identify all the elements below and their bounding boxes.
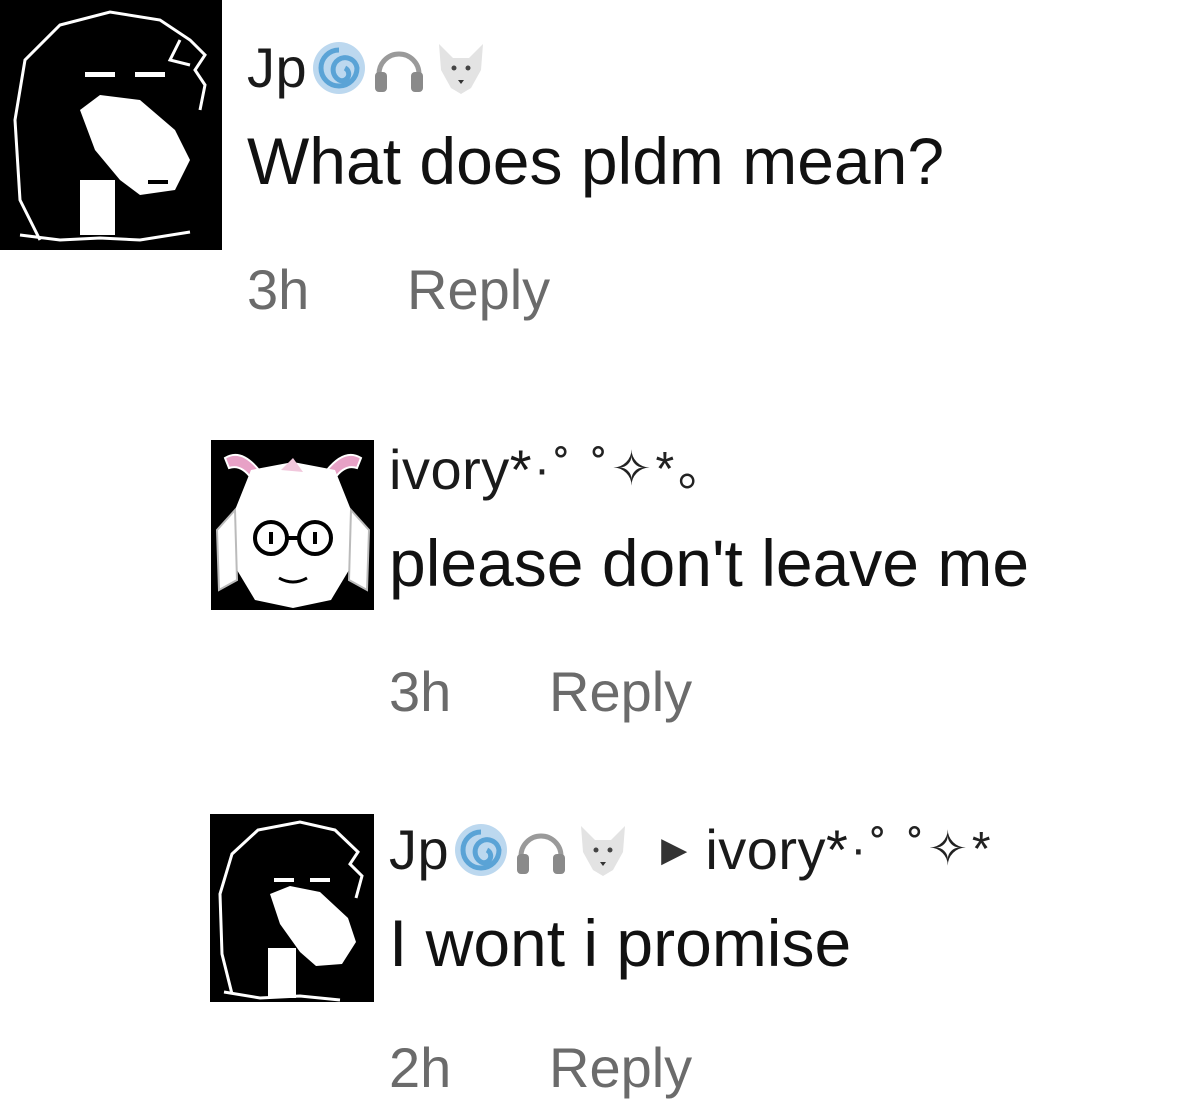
cyclone-icon — [453, 822, 509, 878]
comment-text: What does pldm mean? — [247, 124, 945, 198]
timestamp: 3h — [389, 660, 452, 723]
username-decoration: ·˚ ˚✧* — [850, 823, 995, 876]
reply-to-username[interactable]: ivory* — [705, 822, 848, 878]
reply-button[interactable]: Reply — [407, 258, 550, 321]
avatar[interactable] — [210, 814, 374, 1002]
headphones-icon — [371, 40, 427, 96]
wolf-icon — [431, 38, 491, 98]
comment-2: ivory* ·˚ ˚✧*｡ please don't leave me 3h R… — [0, 420, 1179, 740]
username[interactable]: Jp — [247, 40, 307, 96]
comment-text: please don't leave me — [389, 526, 1030, 600]
avatar[interactable] — [211, 440, 374, 610]
username-decoration: ·˚ ˚✧*｡ — [534, 443, 707, 496]
comment-1: Jp What does pldm mean? 3h Reply — [0, 0, 1179, 340]
comment-meta: 3h Reply — [247, 262, 550, 318]
timestamp: 3h — [247, 258, 310, 321]
comment-3: Jp ▶ ivory* ·˚ ˚✧* I wont i promise 2h R… — [0, 800, 1179, 1107]
comment-header: Jp — [247, 38, 491, 98]
reply-button[interactable]: Reply — [549, 1036, 692, 1099]
pixel-goat-avatar — [211, 440, 374, 610]
headphones-icon — [513, 822, 569, 878]
comment-header: ivory* ·˚ ˚✧*｡ — [389, 442, 706, 498]
pixel-character-avatar — [0, 0, 222, 250]
cyclone-icon — [311, 40, 367, 96]
wolf-icon — [573, 820, 633, 880]
comment-header: Jp ▶ ivory* ·˚ ˚✧* — [389, 820, 995, 880]
pixel-character-avatar — [210, 814, 374, 1002]
comment-meta: 3h Reply — [389, 664, 692, 720]
avatar[interactable] — [0, 0, 222, 250]
reply-arrow-icon: ▶ — [661, 831, 688, 869]
comment-text: I wont i promise — [389, 906, 852, 980]
timestamp: 2h — [389, 1036, 452, 1099]
username[interactable]: ivory* — [389, 442, 532, 498]
reply-button[interactable]: Reply — [549, 660, 692, 723]
username[interactable]: Jp — [389, 822, 449, 878]
comment-meta: 2h Reply — [389, 1040, 692, 1096]
